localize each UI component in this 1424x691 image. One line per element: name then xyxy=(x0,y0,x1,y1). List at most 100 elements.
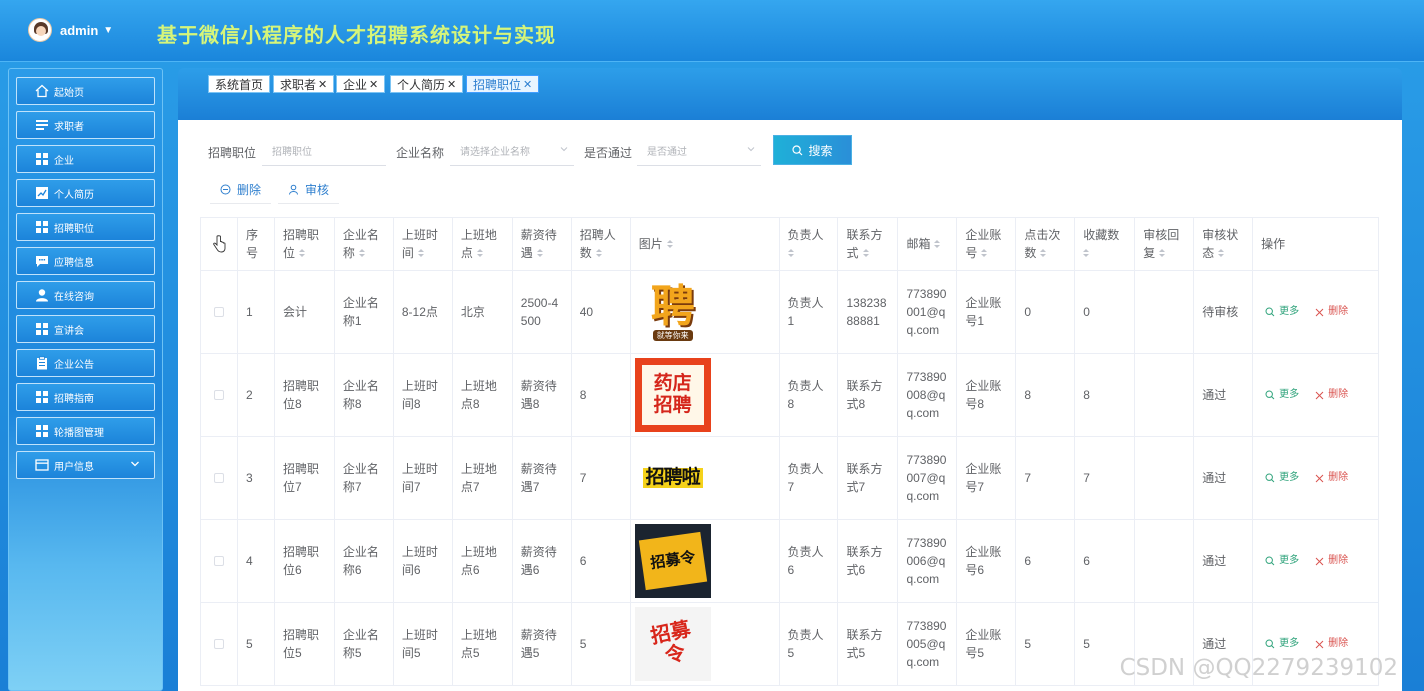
sort-icon[interactable] xyxy=(476,249,483,258)
sort-icon[interactable] xyxy=(934,240,941,249)
header-contact[interactable]: 联系方式 xyxy=(838,218,899,270)
sidebar-item-company[interactable]: 企业 xyxy=(16,145,155,173)
header-clicks[interactable]: 点击次数 xyxy=(1016,218,1076,270)
sidebar: 起始页 求职者 企业 个人简历 招聘职位 应聘信息 在线咨询 宣讲会 企业公告 … xyxy=(8,68,163,691)
sort-icon[interactable] xyxy=(417,249,424,258)
row-actions: 更多 删除 xyxy=(1265,469,1348,487)
sort-icon[interactable] xyxy=(1218,249,1225,258)
company-select[interactable]: 请选择企业名称 xyxy=(450,136,574,166)
close-icon[interactable]: ✕ xyxy=(447,78,456,91)
sort-icon[interactable] xyxy=(981,249,988,258)
company-cell: 企业名称8 xyxy=(335,354,394,436)
sort-icon[interactable] xyxy=(1040,249,1047,258)
row-checkbox[interactable] xyxy=(213,556,224,566)
table-row[interactable]: 1 会计 企业名称1 8-12点 北京 2500-4500 40 聘就等你来 负责人1 13823… xyxy=(201,271,1380,354)
sort-icon[interactable] xyxy=(787,249,794,258)
email-cell: 773890006@qq.com xyxy=(898,520,958,602)
batch-delete-button[interactable]: 删除 xyxy=(210,176,272,204)
cell-text: 联系方式6 xyxy=(846,545,883,577)
sort-icon[interactable] xyxy=(1159,249,1166,258)
approved-select[interactable]: 是否通过 xyxy=(637,136,761,166)
table-row[interactable]: 2 招聘职位8 企业名称8 上班时间8 上班地点8 薪资待遇8 8 药店招聘 负责人8 联系方式8… xyxy=(201,354,1380,437)
header-account[interactable]: 企业账号 xyxy=(957,218,1017,270)
more-button[interactable]: 更多 xyxy=(1265,469,1299,487)
search-button[interactable]: 搜索 xyxy=(773,135,852,165)
header-salary[interactable]: 薪资待遇 xyxy=(513,218,572,270)
position-input[interactable]: 招聘职位 xyxy=(262,136,386,166)
sidebar-item-guide[interactable]: 招聘指南 xyxy=(16,383,155,411)
cell-text: 0 xyxy=(1024,305,1032,319)
delete-button[interactable]: 删除 xyxy=(1315,552,1348,570)
close-icon[interactable]: ✕ xyxy=(523,78,532,91)
header-email[interactable]: 邮箱 xyxy=(898,218,958,270)
favs-cell: 7 xyxy=(1075,437,1136,519)
clicks-cell: 8 xyxy=(1016,354,1076,436)
more-button[interactable]: 更多 xyxy=(1265,386,1299,404)
header-time[interactable]: 上班时间 xyxy=(394,218,453,270)
select-all-cell[interactable] xyxy=(201,218,238,270)
placeholder: 招聘职位 xyxy=(272,147,312,158)
sort-icon[interactable] xyxy=(536,249,543,258)
cell-text: 773890006@qq.com xyxy=(906,536,947,586)
sidebar-item-home[interactable]: 起始页 xyxy=(16,77,155,105)
delete-button[interactable]: 删除 xyxy=(1315,635,1348,653)
tab-home[interactable]: 系统首页 xyxy=(208,75,271,93)
sort-icon[interactable] xyxy=(1083,249,1090,258)
sort-icon[interactable] xyxy=(298,249,305,258)
row-checkbox[interactable] xyxy=(213,390,224,400)
more-button[interactable]: 更多 xyxy=(1265,303,1299,321)
sidebar-item-carousel[interactable]: 轮播图管理 xyxy=(16,417,155,445)
tab-resume[interactable]: 个人简历 ✕ xyxy=(390,75,464,93)
sidebar-item-application[interactable]: 应聘信息 xyxy=(16,247,155,275)
sort-icon[interactable] xyxy=(595,249,602,258)
cell-text: 8 xyxy=(579,388,587,402)
sidebar-item-jobseeker[interactable]: 求职者 xyxy=(16,111,155,139)
cell-text: 7 xyxy=(579,471,587,485)
table-row[interactable]: 4 招聘职位6 企业名称6 上班时间6 上班地点6 薪资待遇6 6 招募令 负责人6 联系方式6 7… xyxy=(201,520,1380,603)
header-manager[interactable]: 负责人 xyxy=(780,218,839,270)
header-image[interactable]: 图片 xyxy=(631,218,780,270)
header-company[interactable]: 企业名称 xyxy=(335,218,394,270)
tab-recruit-position[interactable]: 招聘职位 ✕ xyxy=(466,75,540,93)
sidebar-item-seminar[interactable]: 宣讲会 xyxy=(16,315,155,343)
row-checkbox[interactable] xyxy=(213,473,224,483)
tab-company[interactable]: 企业 ✕ xyxy=(336,75,386,93)
sort-icon[interactable] xyxy=(666,240,673,249)
cell-text: 40 xyxy=(579,305,594,319)
sidebar-item-resume[interactable]: 个人简历 xyxy=(16,179,155,207)
filter-approved-label: 是否通过 xyxy=(584,146,633,160)
sort-icon[interactable] xyxy=(862,249,869,258)
delete-button[interactable]: 删除 xyxy=(1315,469,1348,487)
header-position[interactable]: 招聘职位 xyxy=(275,218,335,270)
delete-button[interactable]: 删除 xyxy=(1315,303,1348,321)
sidebar-item-consult[interactable]: 在线咨询 xyxy=(16,281,155,309)
tab-jobseeker[interactable]: 求职者 ✕ xyxy=(273,75,335,93)
sidebar-item-notice[interactable]: 企业公告 xyxy=(16,349,155,377)
header-reply[interactable]: 审核回复 xyxy=(1135,218,1195,270)
ops-cell: 更多 删除 xyxy=(1253,520,1380,602)
more-label: 更多 xyxy=(1279,389,1300,400)
review-button[interactable]: 审核 xyxy=(278,176,340,204)
user-menu[interactable]: admin ▼ xyxy=(28,18,113,42)
table-row[interactable]: 3 招聘职位7 企业名称7 上班时间7 上班地点7 薪资待遇7 7 招聘啦 负责人7 联系方式7 7… xyxy=(201,437,1380,520)
header-place[interactable]: 上班地点 xyxy=(453,218,513,270)
header-favs[interactable]: 收藏数 xyxy=(1075,218,1136,270)
more-button[interactable]: 更多 xyxy=(1265,552,1299,570)
row-checkbox[interactable] xyxy=(213,307,224,317)
cell-text: 企业账号5 xyxy=(965,628,1002,660)
sidebar-item-user-info[interactable]: 用户信息 xyxy=(16,451,155,479)
sort-icon[interactable] xyxy=(358,249,365,258)
close-icon[interactable]: ✕ xyxy=(369,78,378,91)
clicks-cell: 5 xyxy=(1016,603,1076,685)
cell-text: 1 xyxy=(245,305,253,319)
more-button[interactable]: 更多 xyxy=(1265,635,1299,653)
header-status[interactable]: 审核状态 xyxy=(1194,218,1254,270)
no-cell: 1 xyxy=(238,271,275,353)
cell-text: 773890001@qq.com xyxy=(906,287,947,337)
close-icon[interactable]: ✕ xyxy=(318,78,327,91)
delete-button[interactable]: 删除 xyxy=(1315,386,1348,404)
sidebar-item-recruit-position[interactable]: 招聘职位 xyxy=(16,213,155,241)
header-count[interactable]: 招聘人数 xyxy=(572,218,631,270)
pointer-hand-icon xyxy=(213,235,226,253)
row-checkbox[interactable] xyxy=(213,639,224,649)
